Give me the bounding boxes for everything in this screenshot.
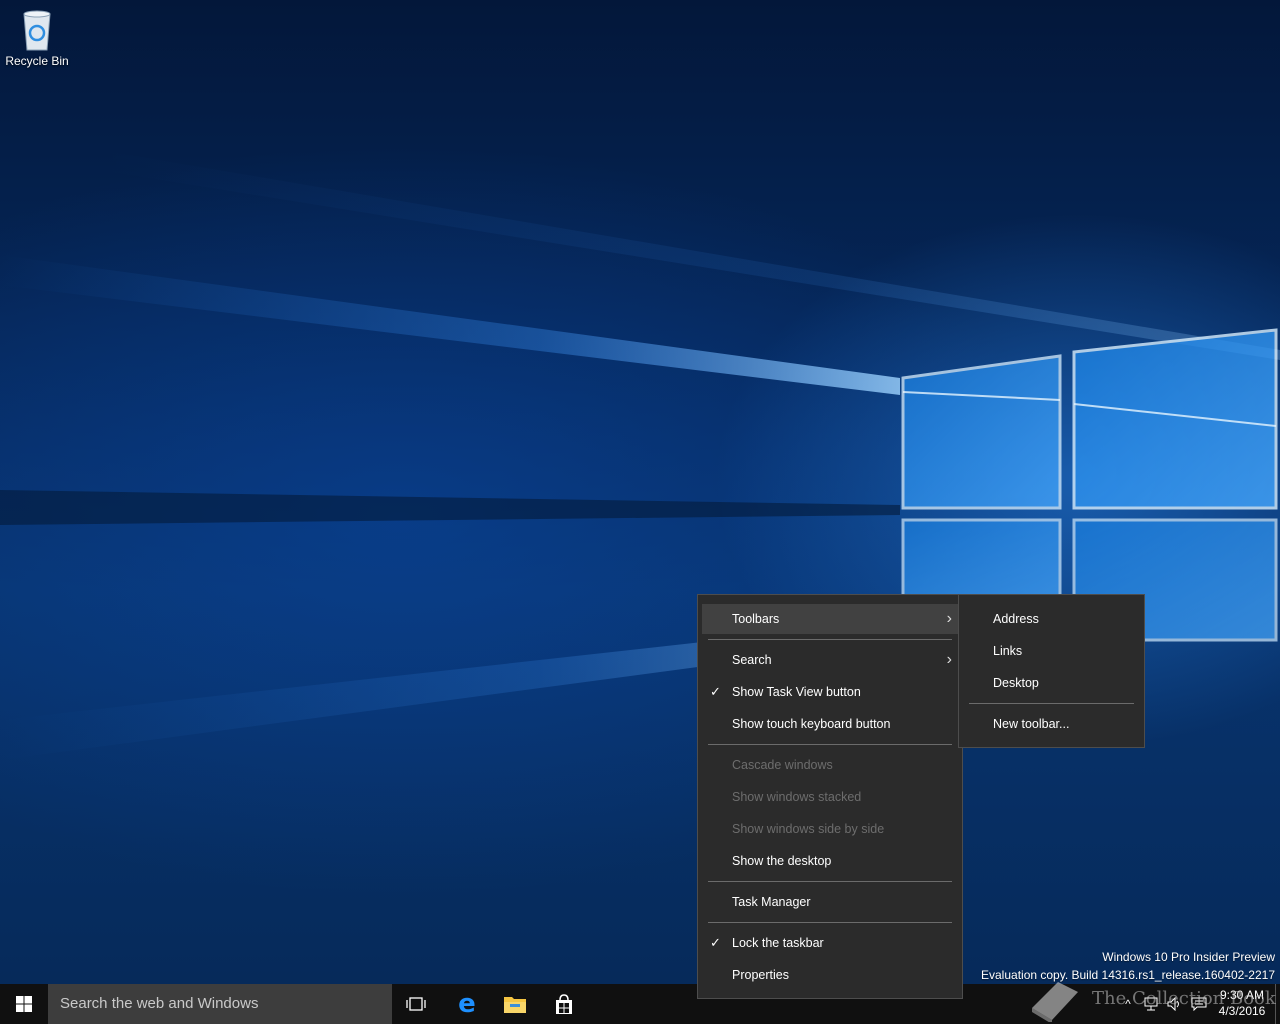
menu-item-label: Address bbox=[993, 612, 1039, 626]
edge-button[interactable]: e bbox=[443, 984, 491, 1024]
chevron-right-icon: › bbox=[946, 651, 952, 668]
menu-item-show-task-view-button[interactable]: ✓ Show Task View button bbox=[702, 677, 958, 707]
menu-item-toolbars[interactable]: Toolbars › bbox=[702, 604, 958, 634]
submenu-item-desktop[interactable]: Desktop bbox=[963, 668, 1140, 698]
menu-item-cascade-windows: Cascade windows bbox=[702, 750, 958, 780]
menu-item-label: Desktop bbox=[993, 676, 1039, 690]
checkmark-icon: ✓ bbox=[710, 684, 721, 699]
menu-separator bbox=[969, 703, 1134, 704]
store-button[interactable] bbox=[540, 984, 588, 1024]
overlay-logo-text: The Collection Book bbox=[1092, 988, 1276, 1009]
recycle-bin-icon bbox=[23, 10, 51, 51]
menu-item-label: Properties bbox=[732, 968, 789, 982]
edge-icon: e bbox=[458, 989, 476, 1019]
menu-item-label: Show Task View button bbox=[732, 685, 861, 699]
menu-separator bbox=[708, 881, 952, 882]
menu-item-task-manager[interactable]: Task Manager bbox=[702, 887, 958, 917]
file-explorer-button[interactable] bbox=[491, 984, 539, 1024]
menu-separator bbox=[708, 922, 952, 923]
start-button[interactable] bbox=[0, 984, 48, 1024]
menu-item-show-touch-keyboard-button[interactable]: Show touch keyboard button bbox=[702, 709, 958, 739]
windows-logo-icon bbox=[16, 996, 32, 1012]
recycle-bin-label: Recycle Bin bbox=[5, 54, 69, 68]
wallpaper bbox=[0, 150, 1280, 760]
menu-separator bbox=[708, 639, 952, 640]
task-view-button[interactable] bbox=[392, 984, 440, 1024]
taskbar-context-menu: Toolbars › Search › ✓ Show Task View but… bbox=[697, 594, 963, 999]
chevron-right-icon: › bbox=[946, 610, 952, 627]
submenu-item-links[interactable]: Links bbox=[963, 636, 1140, 666]
menu-item-show-windows-side-by-side: Show windows side by side bbox=[702, 814, 958, 844]
menu-item-label: New toolbar... bbox=[993, 717, 1070, 731]
recycle-bin-shortcut[interactable]: Recycle Bin bbox=[4, 6, 70, 68]
checkmark-icon: ✓ bbox=[710, 935, 721, 950]
toolbars-submenu: Address Links Desktop New toolbar... bbox=[958, 594, 1145, 748]
build-watermark-line1: Windows 10 Pro Insider Preview bbox=[1102, 950, 1275, 964]
menu-item-label: Show windows stacked bbox=[732, 790, 862, 804]
menu-item-label: Show windows side by side bbox=[732, 822, 885, 836]
menu-item-label: Show touch keyboard button bbox=[732, 717, 891, 731]
submenu-item-address[interactable]: Address bbox=[963, 604, 1140, 634]
menu-item-show-the-desktop[interactable]: Show the desktop bbox=[702, 846, 958, 876]
menu-item-label: Cascade windows bbox=[732, 758, 833, 772]
submenu-item-new-toolbar[interactable]: New toolbar... bbox=[963, 709, 1140, 739]
desktop[interactable]: Recycle Bin Windows 10 Pro Insider Previ… bbox=[0, 0, 1280, 984]
menu-item-show-windows-stacked: Show windows stacked bbox=[702, 782, 958, 812]
overlay-logo: The Collection Book bbox=[1028, 978, 1278, 1022]
menu-item-label: Links bbox=[993, 644, 1023, 658]
task-view-icon bbox=[406, 997, 426, 1011]
store-icon bbox=[556, 994, 572, 1014]
menu-item-search[interactable]: Search › bbox=[702, 645, 958, 675]
menu-separator bbox=[708, 744, 952, 745]
menu-item-label: Lock the taskbar bbox=[732, 936, 824, 950]
menu-item-label: Show the desktop bbox=[732, 854, 832, 868]
menu-item-lock-the-taskbar[interactable]: ✓ Lock the taskbar bbox=[702, 928, 958, 958]
menu-item-label: Toolbars bbox=[732, 612, 780, 626]
search-input[interactable]: Search the web and Windows bbox=[48, 984, 392, 1024]
folder-icon bbox=[504, 997, 526, 1013]
menu-item-label: Search bbox=[732, 653, 772, 667]
menu-item-properties[interactable]: Properties bbox=[702, 960, 958, 990]
menu-item-label: Task Manager bbox=[732, 895, 811, 909]
book-icon bbox=[1032, 982, 1078, 1022]
